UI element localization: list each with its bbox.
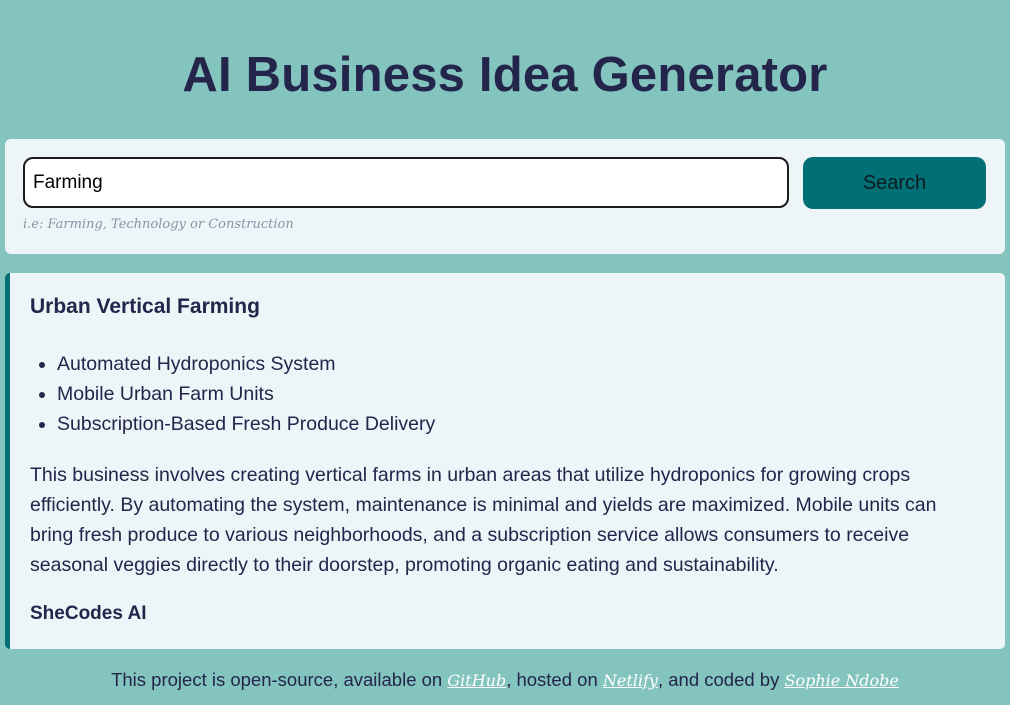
list-item: Mobile Urban Farm Units bbox=[57, 379, 981, 409]
feature-list: Automated Hydroponics System Mobile Urba… bbox=[30, 349, 981, 439]
footer: This project is open-source, available o… bbox=[0, 667, 1010, 694]
github-link[interactable]: GitHub bbox=[447, 671, 506, 690]
search-button[interactable]: Search bbox=[803, 157, 986, 209]
footer-text: , and coded by bbox=[657, 669, 785, 690]
idea-title: Urban Vertical Farming bbox=[30, 295, 260, 318]
page-title: AI Business Idea Generator bbox=[182, 48, 828, 102]
footer-text: This project is open-source, available o… bbox=[111, 669, 448, 690]
footer-text: , hosted on bbox=[506, 669, 603, 690]
signature: SheCodes AI bbox=[30, 603, 147, 624]
netlify-link[interactable]: Netlify bbox=[603, 671, 658, 690]
list-item: Automated Hydroponics System bbox=[57, 349, 981, 379]
search-hint: i.e: Farming, Technology or Construction bbox=[23, 217, 294, 232]
author-link[interactable]: Sophie Ndobe bbox=[784, 671, 898, 690]
search-form: Search i.e: Farming, Technology or Const… bbox=[5, 139, 1005, 254]
list-item: Subscription-Based Fresh Produce Deliver… bbox=[57, 409, 981, 439]
idea-description: This business involves creating vertical… bbox=[30, 464, 937, 576]
result-card: Urban Vertical Farming Automated Hydropo… bbox=[5, 273, 1005, 649]
search-input[interactable] bbox=[23, 157, 789, 208]
